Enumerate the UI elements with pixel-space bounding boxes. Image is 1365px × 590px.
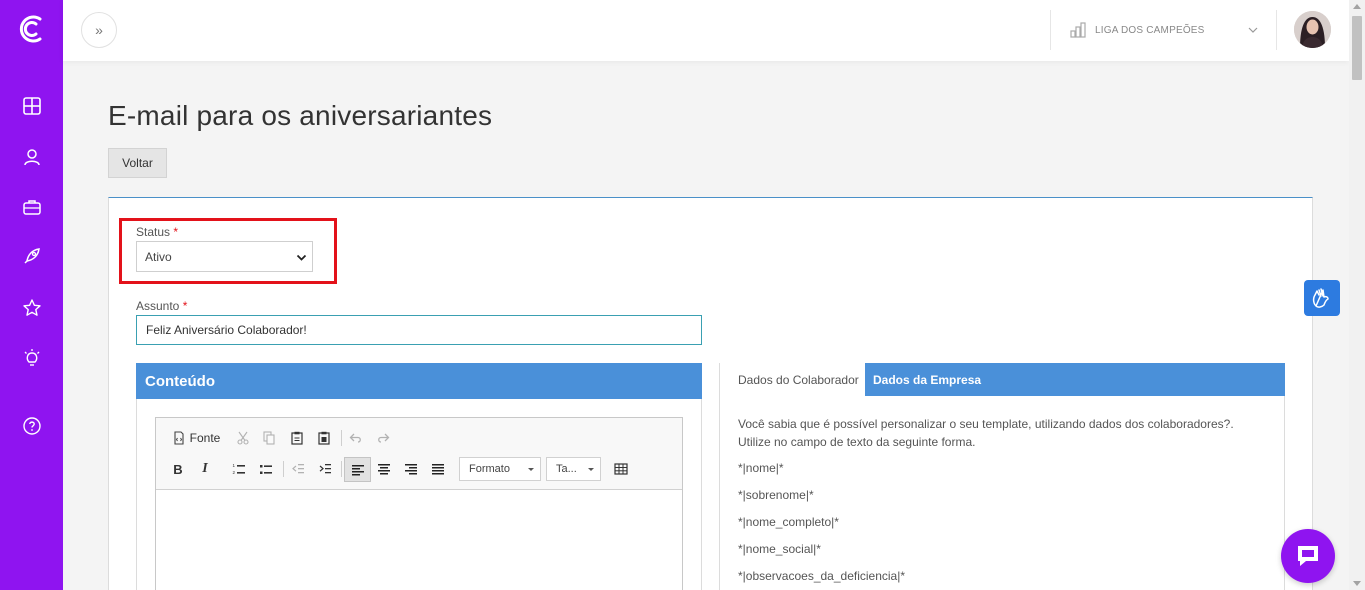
- user-icon[interactable]: [19, 144, 45, 170]
- indent-icon[interactable]: [314, 458, 336, 480]
- source-label: Fonte: [189, 431, 221, 445]
- personalization-info: Você sabia que é possível personalizar o…: [738, 417, 1234, 449]
- size-label: Ta...: [556, 463, 577, 475]
- svg-text:2: 2: [233, 470, 236, 475]
- align-left-icon[interactable]: [344, 457, 371, 482]
- toolbar-separator: [341, 430, 342, 446]
- data-tabs: Dados do Colaborador Dados da Empresa: [719, 363, 1285, 396]
- paste-from-word-icon[interactable]: [313, 427, 335, 449]
- sign-language-button[interactable]: [1304, 280, 1340, 316]
- chevron-down-icon: [1248, 27, 1258, 33]
- company-selector[interactable]: LIGA DOS CAMPEÕES: [1069, 18, 1259, 42]
- app-logo[interactable]: [14, 10, 48, 48]
- company-name: LIGA DOS CAMPEÕES: [1095, 24, 1205, 36]
- align-justify-icon[interactable]: [427, 458, 449, 480]
- rocket-icon[interactable]: [19, 243, 45, 269]
- expand-sidebar-button[interactable]: »: [81, 12, 117, 48]
- help-icon[interactable]: [19, 413, 45, 439]
- paste-icon[interactable]: [286, 427, 308, 449]
- copy-icon[interactable]: [258, 427, 280, 449]
- redo-icon[interactable]: [372, 427, 394, 449]
- status-select[interactable]: Ativo: [136, 241, 313, 272]
- dashboard-icon[interactable]: [19, 93, 45, 119]
- italic-icon[interactable]: I: [194, 458, 216, 480]
- variable-item: *|nome_social|*: [738, 542, 821, 556]
- bullet-list-icon[interactable]: [255, 458, 277, 480]
- format-label: Formato: [469, 463, 510, 475]
- status-select-value: Ativo: [145, 249, 172, 264]
- tab-dados-empresa[interactable]: Dados da Empresa: [873, 363, 981, 396]
- chart-bar-icon: [1070, 22, 1086, 38]
- dropdown-arrow-icon: [528, 468, 534, 471]
- sign-language-icon: [1312, 288, 1329, 308]
- chat-button[interactable]: [1281, 529, 1335, 583]
- tab-dados-colaborador[interactable]: Dados do Colaborador: [719, 363, 865, 396]
- header-divider: [1050, 10, 1051, 50]
- align-center-icon[interactable]: [373, 458, 395, 480]
- dropdown-arrow-icon: [588, 468, 594, 471]
- toolbar-separator: [341, 461, 342, 477]
- bold-icon[interactable]: B: [167, 458, 189, 480]
- user-avatar[interactable]: [1294, 11, 1331, 48]
- cut-icon[interactable]: [232, 427, 254, 449]
- status-label: Status *: [136, 225, 179, 239]
- scroll-up-icon[interactable]: [1353, 4, 1361, 9]
- page-title: E-mail para os aniversariantes: [108, 100, 493, 131]
- numbered-list-icon[interactable]: 12: [228, 458, 250, 480]
- scrollbar-thumb[interactable]: [1352, 16, 1362, 80]
- double-chevron-right-icon: »: [95, 22, 103, 38]
- toolbar-separator: [283, 461, 284, 477]
- size-dropdown[interactable]: Ta...: [546, 457, 601, 481]
- scroll-down-icon[interactable]: [1353, 581, 1361, 586]
- top-header: » LIGA DOS CAMPEÕES: [63, 0, 1349, 61]
- content-panel-title: Conteúdo: [136, 363, 702, 399]
- editor-toolbar: Fonte B I 12 Formato Ta...: [156, 418, 682, 490]
- undo-icon[interactable]: [345, 427, 367, 449]
- subject-label: Assunto *: [136, 299, 188, 313]
- variable-item: *|nome_completo|*: [738, 515, 839, 529]
- variable-item: *|observacoes_da_deficiencia|*: [738, 569, 906, 583]
- rich-text-editor: Fonte B I 12 Formato Ta...: [155, 417, 683, 590]
- required-mark: *: [173, 225, 179, 239]
- table-icon[interactable]: [610, 458, 632, 480]
- chevron-down-icon: [296, 254, 307, 261]
- required-mark: *: [182, 299, 188, 313]
- outdent-icon[interactable]: [287, 458, 309, 480]
- page-scrollbar[interactable]: [1349, 0, 1365, 590]
- align-right-icon[interactable]: [400, 458, 422, 480]
- svg-text:1: 1: [233, 463, 236, 468]
- variable-item: *|nome|*: [738, 461, 784, 475]
- sidebar: [0, 0, 63, 590]
- star-icon[interactable]: [19, 295, 45, 321]
- format-dropdown[interactable]: Formato: [459, 457, 541, 481]
- source-icon: [174, 431, 184, 445]
- back-button[interactable]: Voltar: [108, 148, 167, 178]
- briefcase-icon[interactable]: [19, 194, 45, 220]
- header-divider: [1276, 10, 1277, 50]
- chat-icon: [1298, 546, 1318, 566]
- subject-input[interactable]: Feliz Aniversário Colaborador!: [136, 315, 702, 345]
- lightbulb-icon[interactable]: [19, 345, 45, 371]
- variable-item: *|sobrenome|*: [738, 488, 814, 502]
- source-button[interactable]: Fonte: [170, 427, 222, 449]
